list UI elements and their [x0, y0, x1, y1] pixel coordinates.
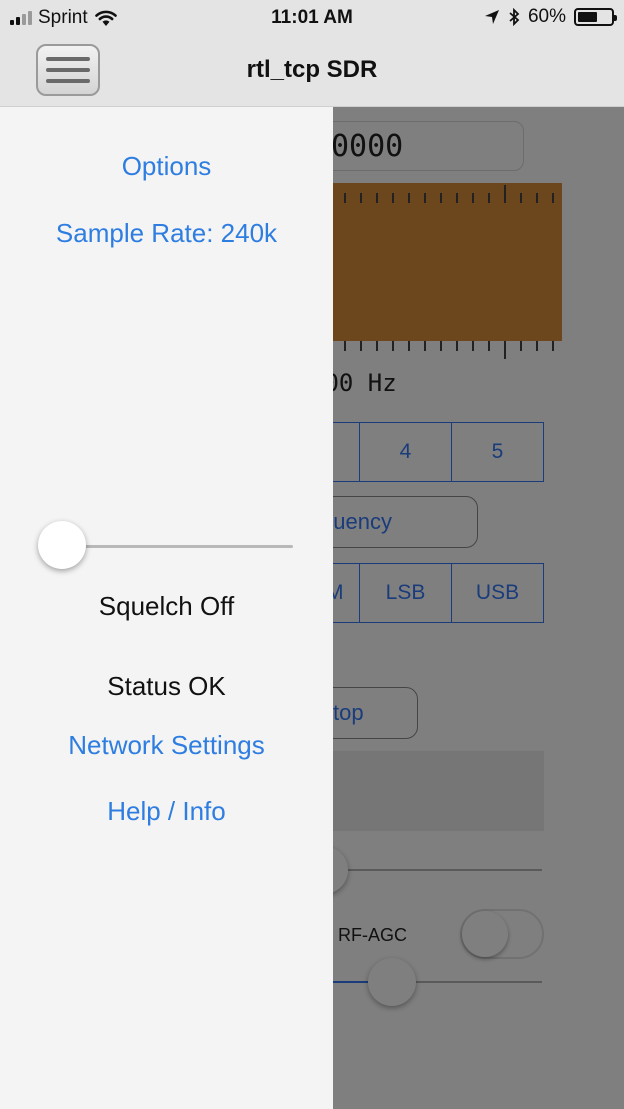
squelch-slider-track[interactable] — [62, 545, 293, 548]
network-settings-link[interactable]: Network Settings — [0, 730, 333, 761]
sample-rate-link[interactable]: Sample Rate: 240k — [0, 218, 333, 249]
bluetooth-icon — [509, 8, 520, 26]
nav-title: rtl_tcp SDR — [246, 56, 378, 83]
status-right: 60% — [484, 6, 617, 28]
status-label: Status OK — [107, 671, 226, 701]
squelch-label: Squelch Off — [98, 591, 235, 621]
help-info-link[interactable]: Help / Info — [0, 796, 333, 827]
battery-percent: 60% — [527, 6, 566, 27]
squelch-slider-knob[interactable] — [38, 521, 86, 569]
battery-icon — [574, 8, 617, 26]
location-arrow-icon — [484, 10, 499, 24]
navigation-bar: rtl_tcp SDR — [0, 36, 624, 107]
side-drawer: Options Sample Rate: 240k Squelch Off St… — [0, 107, 333, 1109]
status-bar: Sprint 11:01 AM 60% — [0, 0, 624, 36]
options-link[interactable]: Options — [0, 151, 333, 182]
